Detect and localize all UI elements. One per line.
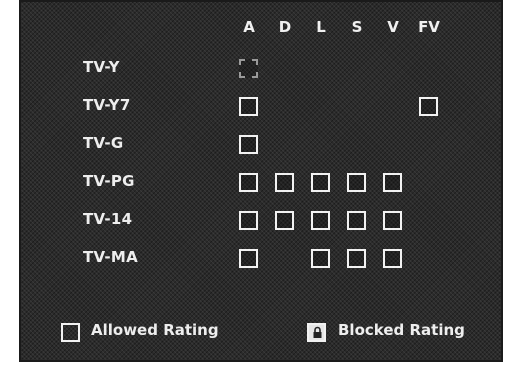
row-label-tv-y7: TV-Y7 [83,96,131,114]
row-label-tv-g: TV-G [83,134,124,152]
rating-checkbox-tv-pg-d[interactable] [275,173,294,192]
rating-checkbox-tv-14-l[interactable] [311,211,330,230]
allowed-rating-icon [61,323,80,342]
rating-checkbox-tv-g-a[interactable] [239,135,258,154]
row-label-tv-y: TV-Y [83,58,120,76]
blocked-rating-legend: Blocked Rating [338,321,465,339]
rating-checkbox-tv-pg-a[interactable] [239,173,258,192]
lock-icon [313,326,322,338]
rating-checkbox-tv-y7-a[interactable] [239,97,258,116]
rating-checkbox-tv-pg-l[interactable] [311,173,330,192]
rating-checkbox-tv-pg-v[interactable] [383,173,402,192]
column-header-l: L [316,18,326,36]
allowed-rating-legend: Allowed Rating [91,321,219,339]
blocked-rating-icon [307,323,326,342]
column-header-a: A [243,18,255,36]
rating-checkbox-tv-ma-l[interactable] [311,249,330,268]
rating-checkbox-tv-ma-v[interactable] [383,249,402,268]
rating-checkbox-tv-ma-s[interactable] [347,249,366,268]
column-header-s: S [351,18,363,36]
row-label-tv-ma: TV-MA [83,248,139,266]
rating-checkbox-tv-14-s[interactable] [347,211,366,230]
column-header-fv: FV [418,18,440,36]
parental-rating-screen: A D L S V FV TV-Y TV-Y7 TV-G TV-PG TV-14… [19,0,503,362]
row-label-tv-pg: TV-PG [83,172,135,190]
rating-checkbox-tv-pg-s[interactable] [347,173,366,192]
rating-checkbox-tv-14-v[interactable] [383,211,402,230]
rating-checkbox-tv-y-a[interactable] [239,59,258,78]
row-label-tv-14: TV-14 [83,210,133,228]
rating-checkbox-tv-14-d[interactable] [275,211,294,230]
column-header-d: D [278,18,292,36]
rating-checkbox-tv-ma-a[interactable] [239,249,258,268]
rating-checkbox-tv-14-a[interactable] [239,211,258,230]
rating-checkbox-tv-y7-fv[interactable] [419,97,438,116]
column-header-v: V [387,18,399,36]
